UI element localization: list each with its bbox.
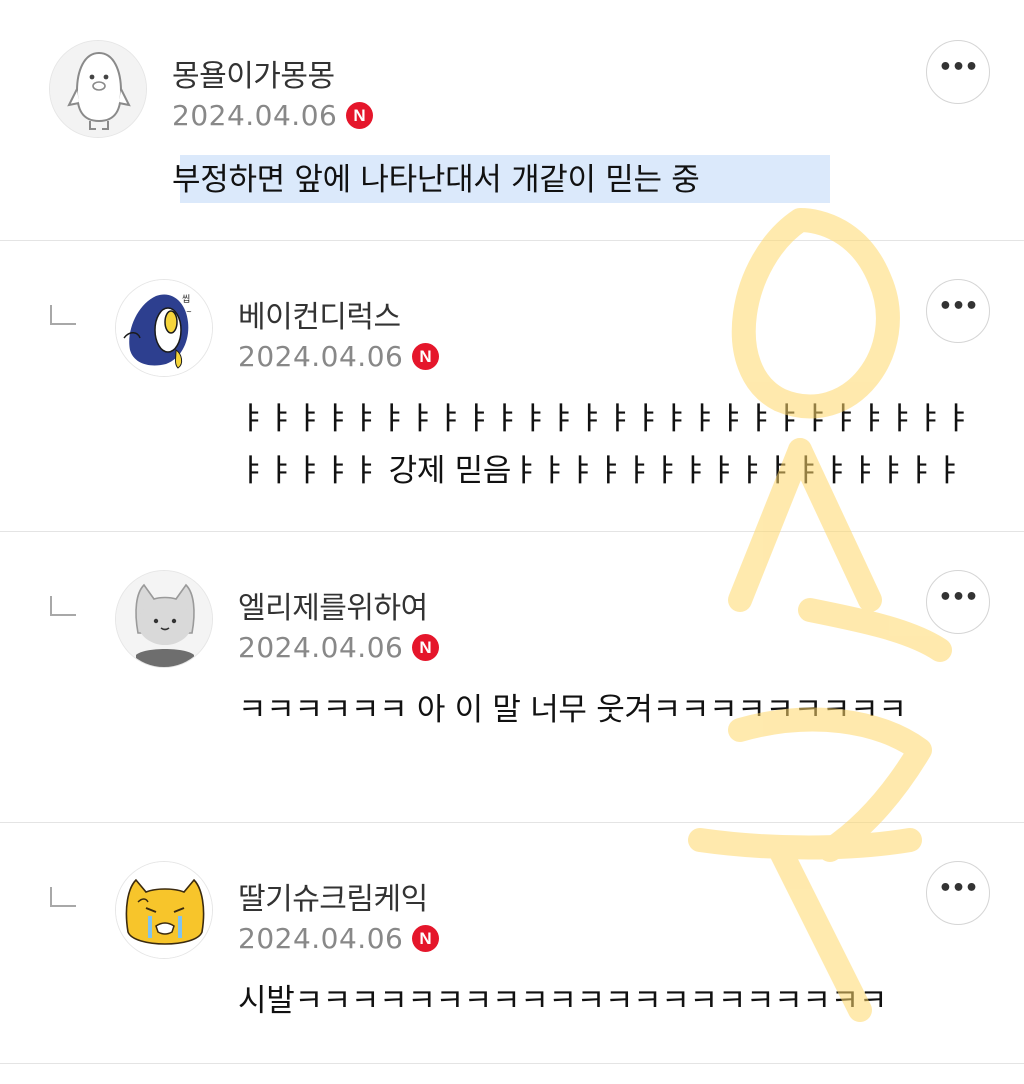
more-options-button[interactable]: ••• [926,40,990,104]
penguin-icon [50,41,146,137]
comment-text: ㅑㅑㅑㅑㅑㅑㅑㅑㅑㅑㅑㅑㅑㅑㅑㅑㅑㅑㅑㅑㅑㅑㅑㅑㅑㅑㅑㅑㅑㅑㅑ 강제 믿음ㅑㅑㅑ… [238,401,972,489]
comment-text: 부정하면 앞에 나타난대서 개같이 믿는 중 [172,162,700,198]
comment-date: 2024.04.06 [238,631,404,664]
comment-text: 시발ㅋㅋㅋㅋㅋㅋㅋㅋㅋㅋㅋㅋㅋㅋㅋㅋㅋㅋㅋㅋㅋ [238,983,888,1019]
reply-indicator-icon [50,887,76,907]
new-badge: N [412,634,439,661]
comment-author[interactable]: 딸기슈크림케익 [238,874,428,918]
comment-date: 2024.04.06 [172,99,338,132]
new-badge: N [346,102,373,129]
comment-date: 2024.04.06 [238,922,404,955]
comment-author[interactable]: 몽욜이가몽몽 [172,51,335,95]
comment-author[interactable]: 베이컨디럭스 [238,292,401,336]
new-badge: N [412,343,439,370]
comment-text: ㅋㅋㅋㅋㅋㅋ 아 이 말 너무 웃겨ㅋㅋㅋㅋㅋㅋㅋㅋㅋ [238,692,907,728]
comment-item: 엘리제를위하여 2024.04.06 N ㅋㅋㅋㅋㅋㅋ 아 이 말 너무 웃겨ㅋ… [0,532,1024,823]
avatar[interactable] [49,40,147,138]
avatar[interactable] [115,861,213,959]
comment-author[interactable]: 엘리제를위하여 [238,583,428,627]
reply-indicator-icon [50,305,76,325]
comment-item: 씹 ~ 베이컨디럭스 2024.04.06 N ㅑㅑㅑㅑㅑㅑㅑㅑㅑㅑㅑㅑㅑㅑㅑㅑ… [0,241,1024,532]
comment-item: 딸기슈크림케익 2024.04.06 N 시발ㅋㅋㅋㅋㅋㅋㅋㅋㅋㅋㅋㅋㅋㅋㅋㅋㅋ… [0,823,1024,1064]
more-options-button[interactable]: ••• [926,279,990,343]
reply-indicator-icon [50,596,76,616]
more-options-button[interactable]: ••• [926,570,990,634]
svg-text:~: ~ [186,308,192,316]
comment-item: 몽욜이가몽몽 2024.04.06 N 부정하면 앞에 나타난대서 개같이 믿는… [0,0,1024,241]
avatar[interactable]: 씹 ~ [115,279,213,377]
new-badge: N [412,925,439,952]
cat-icon [116,571,212,667]
comment-date: 2024.04.06 [238,340,404,373]
penguin-sticker-icon: 씹 ~ [116,280,212,376]
svg-text:씹: 씹 [182,294,190,305]
avatar[interactable] [115,570,213,668]
more-options-button[interactable]: ••• [926,861,990,925]
crying-cat-icon [116,862,212,958]
